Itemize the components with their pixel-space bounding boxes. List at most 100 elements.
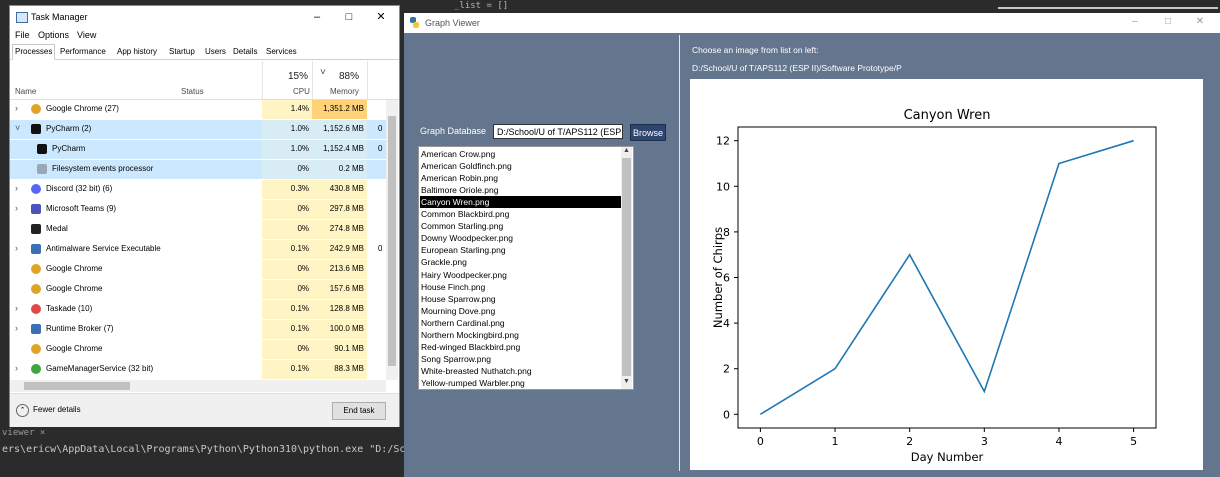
scroll-down-icon[interactable]: ▼ [622,378,631,385]
process-name: Google Chrome (27) [46,104,119,113]
menu-view[interactable]: View [77,30,96,40]
process-row[interactable]: › Microsoft Teams (9) 0% 297.8 MB [10,200,386,219]
graph-database-input[interactable]: D:/School/U of T/APS112 (ESP [493,124,623,139]
list-item[interactable]: American Robin.png [420,172,621,184]
list-item[interactable]: American Goldfinch.png [420,160,621,172]
tab-performance[interactable]: Performance [57,44,109,60]
process-list-hscrollbar[interactable] [10,380,386,392]
close-button[interactable]: ✕ [366,9,396,25]
column-memory[interactable]: Memory [330,87,359,96]
process-table-header: Name Status 15% CPU ˅ 88% Memory [10,61,399,100]
graph-database-label: Graph Database [420,126,487,136]
list-item[interactable]: House Finch.png [420,281,621,293]
process-row[interactable]: Google Chrome 0% 157.6 MB [10,280,386,299]
list-item[interactable]: Northern Mockingbird.png [420,329,621,341]
list-item[interactable]: Song Sparrow.png [420,353,621,365]
process-name: Runtime Broker (7) [46,324,114,333]
tab-app-history[interactable]: App history [114,44,160,60]
x-tick-label: 4 [1055,435,1062,448]
column-separator [312,61,313,99]
expand-chevron-icon[interactable]: › [15,103,18,113]
y-axis-label: Number of Chirps [711,227,725,328]
maximize-button[interactable]: □ [1158,16,1178,27]
menu-file[interactable]: File [15,30,30,40]
list-item[interactable]: Hairy Woodpecker.png [420,269,621,281]
hscroll-thumb[interactable] [24,382,130,390]
tab-services[interactable]: Services [263,44,300,60]
x-tick-label: 2 [906,435,913,448]
list-item[interactable]: Northern Cardinal.png [420,317,621,329]
process-row[interactable]: › Google Chrome (27) 1.4% 1,351.2 MB [10,100,386,119]
graph-viewer-titlebar[interactable]: Graph Viewer – □ ✕ [404,13,1220,33]
vscroll-thumb[interactable] [388,116,396,366]
process-row[interactable]: › Runtime Broker (7) 0.1% 100.0 MB [10,320,386,339]
image-listbox[interactable]: American Crow.png American Goldfinch.png A… [418,146,634,390]
column-cpu[interactable]: CPU [293,87,310,96]
process-name: Google Chrome [46,344,103,353]
process-row[interactable]: Google Chrome 0% 213.6 MB [10,260,386,279]
tab-startup[interactable]: Startup [166,44,198,60]
process-row[interactable]: Google Chrome 0% 90.1 MB [10,340,386,359]
teams-icon [31,204,41,214]
memory-total-percent: 88% [339,71,360,82]
browse-button[interactable]: Browse [630,124,666,141]
list-item[interactable]: Common Starling.png [420,220,621,232]
task-manager-titlebar[interactable]: Task Manager – □ ✕ [10,6,399,28]
process-cpu: 0% [297,284,309,293]
process-list-vscrollbar[interactable] [386,100,398,380]
process-name: Google Chrome [46,284,103,293]
list-item[interactable]: European Starling.png [420,244,621,256]
run-tab-label[interactable]: viewer × [2,428,45,438]
process-row[interactable]: › Taskade (10) 0.1% 128.8 MB [10,300,386,319]
list-item[interactable]: Grackle.png [420,256,621,268]
process-cpu: 0% [297,204,309,213]
process-row[interactable]: › Discord (32 bit) (6) 0.3% 430.8 MB [10,180,386,199]
list-item[interactable]: Canyon Wren.png [420,196,621,209]
list-item[interactable]: White-breasted Nuthatch.png [420,365,621,377]
expand-chevron-icon[interactable]: › [15,303,18,313]
expand-chevron-icon[interactable]: ˅ [15,123,20,133]
cpu-total-percent: 15% [288,71,309,82]
fewer-details-link[interactable]: Fewer details [33,405,81,414]
process-row[interactable]: › GameManagerService (32 bit) 0.1% 88.3 MB [10,360,386,379]
listbox-scrollbar[interactable]: ▲ ▼ [621,147,632,389]
scroll-up-icon[interactable]: ▲ [622,147,631,154]
process-row[interactable]: Filesystem events processor 0% 0.2 MB [10,160,386,179]
process-cpu: 0.1% [290,364,309,373]
list-item[interactable]: Common Blackbird.png [420,208,621,220]
process-row[interactable]: Medal 0% 274.8 MB [10,220,386,239]
graph-viewer-window: Graph Viewer – □ ✕ Graph Database D:/Sch… [404,13,1220,477]
plot-frame [737,126,1157,429]
list-item[interactable]: Baltimore Oriole.png [420,184,621,196]
column-name[interactable]: Name [15,87,36,96]
end-task-button[interactable]: End task [332,402,386,420]
list-item[interactable]: American Crow.png [420,148,621,160]
listbox-scroll-thumb[interactable] [622,158,631,376]
list-item[interactable]: Downy Woodpecker.png [420,232,621,244]
list-item[interactable]: House Sparrow.png [420,293,621,305]
expand-chevron-icon[interactable]: › [15,323,18,333]
expand-chevron-icon[interactable]: › [15,243,18,253]
process-row[interactable]: › Antimalware Service Executable 0.1% 242.9… [10,240,386,259]
tab-processes[interactable]: Processes [12,44,56,60]
process-memory: 430.8 MB [329,184,364,193]
list-item[interactable]: Yellow-rumped Warbler.png [420,377,621,389]
minimize-button[interactable]: – [1125,16,1145,27]
menu-options[interactable]: Options [38,30,69,40]
maximize-button[interactable]: □ [334,9,364,25]
graph-viewer-title: Graph Viewer [425,18,480,28]
minimize-button[interactable]: – [302,9,332,25]
ide-code-text: _list = [] [454,1,509,11]
chevron-up-icon[interactable]: ⌃ [16,404,29,417]
list-item[interactable]: Mourning Dove.png [420,305,621,317]
list-item[interactable]: Red-winged Blackbird.png [420,341,621,353]
process-row[interactable]: ˅ PyCharm (2) 1.0% 1,152.6 MB 0 [10,120,386,139]
expand-chevron-icon[interactable]: › [15,183,18,193]
process-row[interactable]: PyCharm 1.0% 1,152.4 MB 0 [10,140,386,159]
tab-details[interactable]: Details [230,44,260,60]
column-status[interactable]: Status [181,87,204,96]
expand-chevron-icon[interactable]: › [15,363,18,373]
close-button[interactable]: ✕ [1190,16,1210,27]
tab-users[interactable]: Users [202,44,229,60]
expand-chevron-icon[interactable]: › [15,203,18,213]
